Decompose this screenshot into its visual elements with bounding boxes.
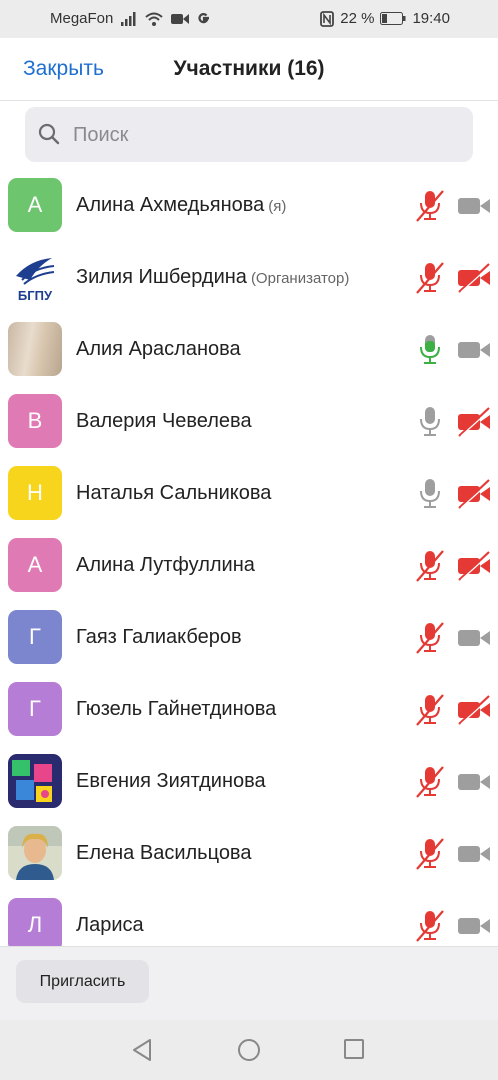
participant-name-line: Гаяз Галиакберов xyxy=(76,626,242,649)
participant-name-line: Зилия Ишбердина (Организатор) xyxy=(76,266,349,289)
back-icon[interactable] xyxy=(131,1038,153,1062)
participant-name: Валерия Чевелева xyxy=(76,410,252,432)
battery-icon xyxy=(380,12,406,25)
mic-muted-icon[interactable] xyxy=(414,908,446,944)
video-status-icon xyxy=(171,13,190,24)
participant-row[interactable]: А Алина Лутфуллина xyxy=(0,530,498,602)
search-icon xyxy=(38,123,60,145)
participant-row[interactable]: Алия Арасланова xyxy=(0,314,498,386)
avatar: В xyxy=(8,394,62,448)
participant-role: (я) xyxy=(268,198,287,215)
video-camera-icon[interactable] xyxy=(457,838,491,870)
svg-text:БГПУ: БГПУ xyxy=(18,288,53,303)
participant-name: Зилия Ишбердина xyxy=(76,266,247,288)
avatar-initial: Г xyxy=(29,624,41,649)
participant-name-line: Евгения Зиятдинова xyxy=(76,770,266,793)
avatar: Г xyxy=(8,682,62,736)
avatar: А xyxy=(8,178,62,232)
participant-name-line: Алия Арасланова xyxy=(76,338,241,361)
clock: 19:40 xyxy=(412,10,450,27)
participant-row[interactable]: В Валерия Чевелева xyxy=(0,386,498,458)
home-icon[interactable] xyxy=(237,1038,261,1062)
mic-muted-icon[interactable] xyxy=(414,188,446,224)
video-off-icon[interactable] xyxy=(457,694,491,726)
avatar-initial: А xyxy=(27,552,43,577)
video-camera-icon[interactable] xyxy=(457,766,491,798)
participant-row[interactable]: А Алина Ахмедьянова (я) xyxy=(0,170,498,242)
participant-name: Гаяз Галиакберов xyxy=(76,626,242,648)
participant-row[interactable]: Л Лариса xyxy=(0,890,498,946)
mic-muted-icon[interactable] xyxy=(414,836,446,872)
wifi-icon xyxy=(145,12,164,26)
participant-row[interactable]: Н Наталья Сальникова xyxy=(0,458,498,530)
status-bar: MegaFon 22 % 19:40 xyxy=(0,0,498,38)
participant-name: Евгения Зиятдинова xyxy=(76,770,266,792)
carrier-label: MegaFon xyxy=(50,10,114,27)
mic-muted-icon[interactable] xyxy=(414,692,446,728)
footer-bar: Пригласить xyxy=(0,946,498,1021)
title-text: Участники (16) xyxy=(173,57,325,80)
avatar-initial: А xyxy=(27,192,43,217)
google-icon xyxy=(198,12,210,23)
participant-name: Алия Арасланова xyxy=(76,338,241,360)
avatar-initial: Л xyxy=(27,912,43,937)
signal-icon xyxy=(121,11,136,26)
recents-icon[interactable] xyxy=(343,1038,365,1060)
participant-row[interactable]: Елена Васильцова xyxy=(0,818,498,890)
participant-name: Алина Лутфуллина xyxy=(76,554,255,576)
participant-name: Алина Ахмедьянова xyxy=(76,194,265,216)
avatar: Н xyxy=(8,466,62,520)
avatar xyxy=(8,322,62,376)
participant-name-line: Валерия Чевелева xyxy=(76,410,252,433)
participant-name: Наталья Сальникова xyxy=(76,482,272,504)
participant-role: (Организатор) xyxy=(250,270,350,287)
participants-header: Закрыть Участники (16) xyxy=(0,38,498,101)
video-off-icon[interactable] xyxy=(457,406,491,438)
mic-muted-icon[interactable] xyxy=(414,548,446,584)
participant-row[interactable]: Г Гаяз Галиакберов xyxy=(0,602,498,674)
avatar-initial: В xyxy=(27,408,43,433)
avatar: Л xyxy=(8,898,62,946)
avatar: БГПУ xyxy=(8,250,62,304)
participant-row[interactable]: Евгения Зиятдинова xyxy=(0,746,498,818)
search-bar[interactable] xyxy=(25,107,473,162)
participant-name-line: Гюзель Гайнетдинова xyxy=(76,698,276,721)
video-off-icon[interactable] xyxy=(457,478,491,510)
nfc-icon xyxy=(320,10,335,27)
participant-name: Елена Васильцова xyxy=(76,842,252,864)
avatar-initial: Н xyxy=(27,480,43,505)
battery-percent: 22 % xyxy=(340,10,375,27)
participant-row[interactable]: Г Гюзель Гайнетдинова xyxy=(0,674,498,746)
mic-muted-icon[interactable] xyxy=(414,260,446,296)
video-camera-icon[interactable] xyxy=(457,334,491,366)
invite-button[interactable]: Пригласить xyxy=(16,960,149,1003)
video-off-icon[interactable] xyxy=(457,550,491,582)
participant-name: Гюзель Гайнетдинова xyxy=(76,698,277,720)
mic-muted-icon[interactable] xyxy=(414,764,446,800)
avatar: А xyxy=(8,538,62,592)
avatar xyxy=(8,826,62,880)
participants-list[interactable]: А Алина Ахмедьянова (я) БГПУ Зилия Ишбердина… xyxy=(0,170,498,946)
avatar-initial: Г xyxy=(29,696,41,721)
page-title: Участники (16) xyxy=(0,57,498,81)
video-camera-icon[interactable] xyxy=(457,910,491,942)
mic-speaking-icon[interactable] xyxy=(414,332,446,368)
avatar xyxy=(8,754,62,808)
avatar: Г xyxy=(8,610,62,664)
participant-name-line: Наталья Сальникова xyxy=(76,482,271,505)
mic-muted-icon[interactable] xyxy=(414,620,446,656)
video-camera-icon[interactable] xyxy=(457,190,491,222)
search-input[interactable] xyxy=(71,119,455,151)
mic-on-icon[interactable] xyxy=(414,404,446,440)
participant-row[interactable]: БГПУ Зилия Ишбердина (Организатор) xyxy=(0,242,498,314)
mic-on-icon[interactable] xyxy=(414,476,446,512)
participant-name-line: Лариса xyxy=(76,914,144,937)
participant-name-line: Алина Лутфуллина xyxy=(76,554,255,577)
participant-name: Лариса xyxy=(76,914,144,936)
system-nav-bar xyxy=(0,1020,498,1080)
participant-name-line: Елена Васильцова xyxy=(76,842,251,865)
video-camera-icon[interactable] xyxy=(457,622,491,654)
video-off-icon[interactable] xyxy=(457,262,491,294)
participant-name-line: Алина Ахмедьянова (я) xyxy=(76,194,286,217)
